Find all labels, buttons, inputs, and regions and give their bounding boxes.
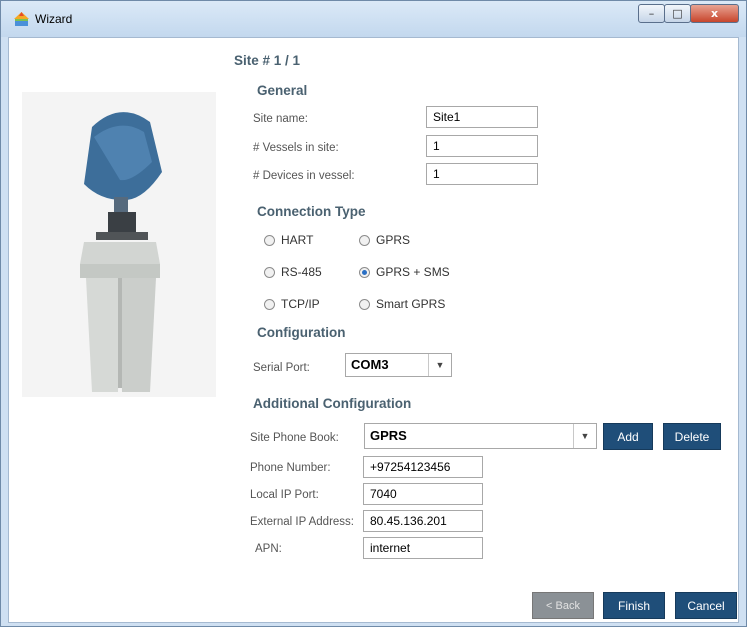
radio-tcpip[interactable]: TCP/IP bbox=[264, 297, 320, 313]
devices-label: # Devices in vessel: bbox=[253, 170, 355, 182]
title-bar[interactable]: Wizard – □ x bbox=[1, 1, 746, 37]
configuration-heading: Configuration bbox=[257, 325, 346, 340]
radio-indicator bbox=[359, 299, 370, 310]
serial-port-value: COM3 bbox=[351, 357, 389, 372]
radio-indicator bbox=[264, 267, 275, 278]
radio-indicator bbox=[264, 299, 275, 310]
radio-label: HART bbox=[281, 233, 314, 247]
site-phone-book-select[interactable]: GPRS ▼ bbox=[364, 423, 597, 449]
radio-gprs[interactable]: GPRS bbox=[359, 233, 410, 249]
radio-hart[interactable]: HART bbox=[264, 233, 313, 249]
maximize-button[interactable]: □ bbox=[664, 4, 691, 23]
site-name-input[interactable]: Site1 bbox=[426, 106, 538, 128]
radio-label: GPRS bbox=[376, 233, 411, 247]
delete-button[interactable]: Delete bbox=[663, 423, 721, 450]
serial-port-select[interactable]: COM3 ▼ bbox=[345, 353, 452, 377]
phone-number-label: Phone Number: bbox=[250, 462, 331, 474]
connection-type-heading: Connection Type bbox=[257, 204, 366, 219]
apn-label: APN: bbox=[255, 543, 282, 555]
radio-rs485[interactable]: RS-485 bbox=[264, 265, 322, 281]
chevron-down-icon[interactable]: ▼ bbox=[573, 424, 596, 448]
external-ip-input[interactable]: 80.45.136.201 bbox=[363, 510, 483, 532]
local-ip-port-label: Local IP Port: bbox=[250, 489, 319, 501]
radio-label: Smart GPRS bbox=[376, 297, 446, 311]
phone-number-input[interactable]: +97254123456 bbox=[363, 456, 483, 478]
local-ip-port-input[interactable]: 7040 bbox=[363, 483, 483, 505]
cancel-button[interactable]: Cancel bbox=[675, 592, 737, 619]
radio-label: RS-485 bbox=[281, 265, 322, 279]
devices-input[interactable]: 1 bbox=[426, 163, 538, 185]
vessels-label: # Vessels in site: bbox=[253, 142, 339, 154]
add-button[interactable]: Add bbox=[603, 423, 653, 450]
serial-port-label: Serial Port: bbox=[253, 362, 310, 374]
apn-input[interactable]: internet bbox=[363, 537, 483, 559]
finish-button[interactable]: Finish bbox=[603, 592, 665, 619]
site-title: Site # 1 / 1 bbox=[234, 53, 301, 68]
site-name-label: Site name: bbox=[253, 113, 308, 125]
site-phone-book-label: Site Phone Book: bbox=[250, 432, 339, 444]
additional-configuration-heading: Additional Configuration bbox=[253, 396, 412, 411]
wizard-app-icon bbox=[14, 12, 29, 26]
radio-gprs-sms[interactable]: GPRS + SMS bbox=[359, 265, 450, 281]
chevron-down-icon[interactable]: ▼ bbox=[428, 354, 451, 376]
back-button[interactable]: < Back bbox=[532, 592, 594, 619]
radio-label: GPRS + SMS bbox=[376, 265, 450, 279]
vessels-input[interactable]: 1 bbox=[426, 135, 538, 157]
general-heading: General bbox=[257, 83, 308, 98]
radio-indicator-selected bbox=[359, 267, 370, 278]
device-image bbox=[22, 92, 216, 397]
radio-smart-gprs[interactable]: Smart GPRS bbox=[359, 297, 445, 313]
radio-indicator bbox=[359, 235, 370, 246]
wizard-content: Site # 1 / 1 General Site name: Site1 # … bbox=[8, 37, 739, 623]
external-ip-label: External IP Address: bbox=[250, 516, 354, 528]
close-button[interactable]: x bbox=[690, 4, 739, 23]
radio-indicator bbox=[264, 235, 275, 246]
wizard-window: Wizard – □ x Site # 1 / 1 General Site n… bbox=[0, 0, 747, 627]
site-phone-book-value: GPRS bbox=[370, 428, 407, 443]
minimize-button[interactable]: – bbox=[638, 4, 665, 23]
radio-label: TCP/IP bbox=[281, 297, 320, 311]
window-title: Wizard bbox=[35, 12, 73, 26]
